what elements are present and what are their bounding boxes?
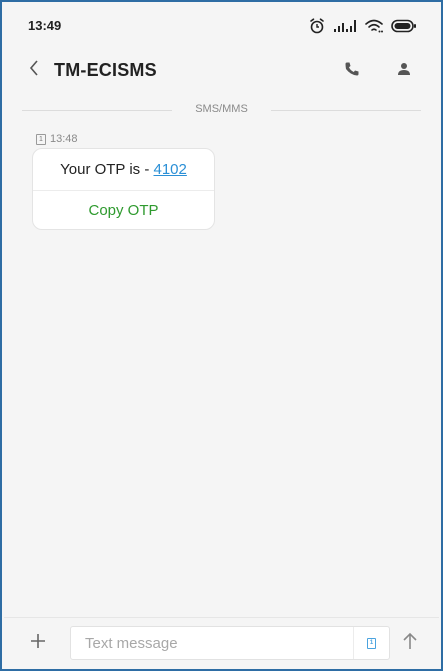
call-button[interactable] [339, 58, 365, 84]
divider-line-right [271, 110, 421, 111]
copy-otp-button[interactable]: Copy OTP [33, 191, 214, 229]
back-icon [28, 59, 40, 82]
phone-screen: 13:49 TM-ECISMS SMS/MMS 1 13:48 Your OTP… [0, 0, 443, 671]
alarm-icon [309, 18, 325, 34]
contact-info-button[interactable] [391, 58, 417, 84]
channel-label: SMS/MMS [195, 103, 248, 115]
sim-icon: 1 [367, 637, 376, 649]
battery-icon [391, 19, 417, 33]
status-time: 13:49 [28, 18, 62, 33]
message-composer: 1 [4, 617, 439, 667]
message-bubble[interactable]: Your OTP is - 4102 Copy OTP [32, 148, 215, 230]
message-meta: 1 13:48 [36, 133, 78, 145]
status-bar: 13:49 [4, 4, 439, 48]
message-text-prefix: Your OTP is - [60, 161, 154, 178]
plus-icon [29, 632, 47, 655]
add-attachment-button[interactable] [26, 631, 50, 655]
sim-select-button[interactable]: 1 [353, 627, 389, 659]
message-input[interactable] [83, 627, 343, 659]
send-button[interactable] [397, 630, 423, 656]
message-time: 13:48 [50, 133, 78, 145]
send-arrow-icon [402, 632, 418, 655]
otp-link[interactable]: 4102 [154, 161, 187, 178]
phone-icon [344, 61, 360, 82]
message-text: Your OTP is - 4102 [33, 161, 214, 178]
channel-divider: SMS/MMS [22, 102, 421, 118]
text-input-box: 1 [70, 626, 390, 660]
contact-title: TM-ECISMS [54, 60, 157, 80]
person-icon [396, 61, 412, 82]
status-icons [309, 16, 417, 36]
conversation-header: TM-ECISMS [4, 48, 439, 94]
back-button[interactable] [22, 58, 46, 82]
sim-badge: 1 [36, 133, 46, 145]
signal-icon [333, 19, 357, 33]
wifi-icon [365, 19, 383, 33]
